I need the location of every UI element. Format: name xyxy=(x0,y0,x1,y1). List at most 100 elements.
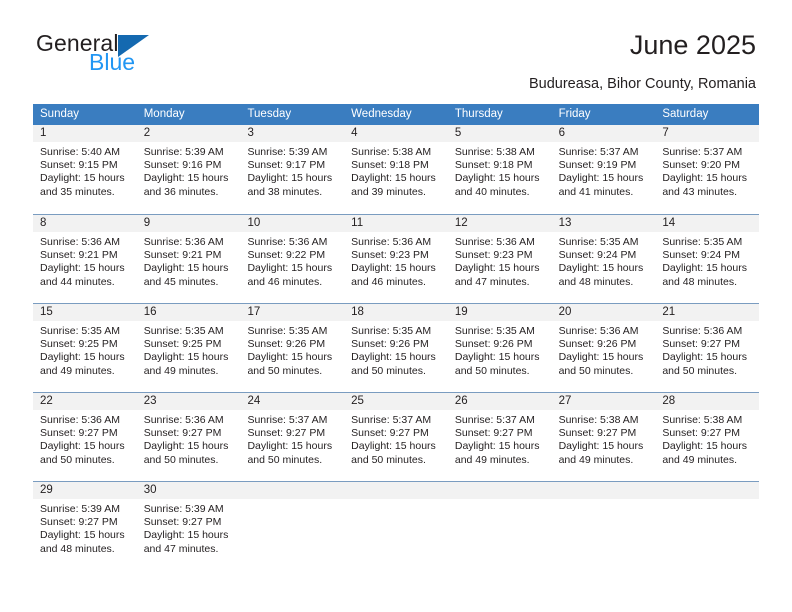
sunset-text: Sunset: 9:23 PM xyxy=(351,249,429,262)
calendar-day-cell[interactable]: 9 Sunrise: 5:36 AM Sunset: 9:21 PM Daylight… xyxy=(136,215,241,303)
day-number xyxy=(655,482,760,499)
weekday-sunday: Sunday xyxy=(40,108,80,120)
calendar-day-cell[interactable]: 15 Sunrise: 5:35 AM Sunset: 9:25 PM Dayligh… xyxy=(33,304,137,392)
calendar-day-cell[interactable]: 6 Sunrise: 5:37 AM Sunset: 9:19 PM Daylight… xyxy=(551,125,656,214)
calendar-day-cell[interactable]: 20 Sunrise: 5:36 AM Sunset: 9:26 PM Dayligh… xyxy=(551,304,656,392)
daylight-text: Daylight: 15 hours and 43 minutes. xyxy=(662,172,747,198)
sunrise-text: Sunrise: 5:36 AM xyxy=(247,236,328,248)
sunset-text: Sunset: 9:18 PM xyxy=(351,159,429,172)
calendar-day-cell[interactable]: 5 Sunrise: 5:38 AM Sunset: 9:18 PM Daylight… xyxy=(447,125,552,214)
calendar-day-cell[interactable]: 12 Sunrise: 5:36 AM Sunset: 9:23 PM Dayligh… xyxy=(447,215,552,303)
calendar-day-cell[interactable]: 29 Sunrise: 5:39 AM Sunset: 9:27 PM Dayligh… xyxy=(33,482,137,570)
daylight-text: Daylight: 15 hours and 35 minutes. xyxy=(40,172,125,198)
calendar-day-cell[interactable]: 18 Sunrise: 5:35 AM Sunset: 9:26 PM Dayligh… xyxy=(344,304,448,392)
sunset-text: Sunset: 9:25 PM xyxy=(40,338,118,351)
calendar-day-cell[interactable]: 17 Sunrise: 5:35 AM Sunset: 9:26 PM Dayligh… xyxy=(240,304,345,392)
day-number: 28 xyxy=(655,393,760,410)
calendar-day-cell[interactable]: 7 Sunrise: 5:37 AM Sunset: 9:20 PM Daylight… xyxy=(655,125,760,214)
calendar-day-cell[interactable]: 14 Sunrise: 5:35 AM Sunset: 9:24 PM Dayligh… xyxy=(655,215,760,303)
day-number: 14 xyxy=(655,215,760,232)
logo-secondary-text: Blue xyxy=(89,49,136,75)
sunset-text: Sunset: 9:24 PM xyxy=(662,249,740,262)
day-sun-info: Sunrise: 5:38 AM Sunset: 9:27 PM Daylight:… xyxy=(552,410,656,467)
day-number: 29 xyxy=(33,482,137,499)
day-number: 17 xyxy=(240,304,345,321)
calendar-day-cell[interactable]: 19 Sunrise: 5:35 AM Sunset: 9:26 PM Dayligh… xyxy=(447,304,552,392)
sunset-text: Sunset: 9:15 PM xyxy=(40,159,118,172)
calendar-day-cell[interactable]: 10 Sunrise: 5:36 AM Sunset: 9:22 PM Dayligh… xyxy=(240,215,345,303)
daylight-text: Daylight: 15 hours and 49 minutes. xyxy=(40,351,125,377)
day-sun-info: Sunrise: 5:37 AM Sunset: 9:27 PM Daylight:… xyxy=(240,410,344,467)
calendar-day-cell[interactable]: 16 Sunrise: 5:35 AM Sunset: 9:25 PM Dayligh… xyxy=(136,304,241,392)
daylight-text: Daylight: 15 hours and 46 minutes. xyxy=(351,262,436,288)
day-sun-info: Sunrise: 5:37 AM Sunset: 9:20 PM Daylight:… xyxy=(655,142,759,199)
sunrise-text: Sunrise: 5:36 AM xyxy=(40,414,120,426)
sunrise-text: Sunrise: 5:36 AM xyxy=(40,236,120,248)
sunset-text: Sunset: 9:27 PM xyxy=(662,427,740,440)
sunrise-text: Sunrise: 5:35 AM xyxy=(143,325,224,337)
calendar-day-cell[interactable]: 21 Sunrise: 5:36 AM Sunset: 9:27 PM Dayligh… xyxy=(655,304,760,392)
day-number: 4 xyxy=(344,125,448,142)
day-number: 18 xyxy=(344,304,448,321)
day-number: 6 xyxy=(551,125,656,142)
calendar-day-cell[interactable]: 30 Sunrise: 5:39 AM Sunset: 9:27 PM Dayligh… xyxy=(136,482,241,570)
sunrise-text: Sunrise: 5:38 AM xyxy=(558,414,639,426)
day-number: 20 xyxy=(551,304,656,321)
calendar-day-cell[interactable]: 4 Sunrise: 5:38 AM Sunset: 9:18 PM Daylight… xyxy=(344,125,448,214)
daylight-text: Daylight: 15 hours and 50 minutes. xyxy=(454,351,540,377)
day-sun-info: Sunrise: 5:37 AM Sunset: 9:19 PM Daylight:… xyxy=(552,142,656,199)
calendar-day-cell[interactable]: 2 Sunrise: 5:39 AM Sunset: 9:16 PM Daylight… xyxy=(136,125,241,214)
daylight-text: Daylight: 15 hours and 50 minutes. xyxy=(247,351,333,377)
day-sun-info: Sunrise: 5:36 AM Sunset: 9:22 PM Daylight:… xyxy=(240,232,344,289)
calendar-day-cell[interactable]: 8 Sunrise: 5:36 AM Sunset: 9:21 PM Daylight… xyxy=(33,215,137,303)
daylight-text: Daylight: 15 hours and 45 minutes. xyxy=(143,262,229,288)
daylight-text: Daylight: 15 hours and 50 minutes. xyxy=(351,351,436,377)
page-header: General Blue June 2025 Budureasa, Bihor … xyxy=(0,0,792,92)
sunset-text: Sunset: 9:27 PM xyxy=(351,427,429,440)
day-sun-info xyxy=(344,499,448,503)
sunset-text: Sunset: 9:20 PM xyxy=(662,159,740,172)
day-sun-info: Sunrise: 5:38 AM Sunset: 9:18 PM Daylight:… xyxy=(344,142,448,199)
weekday-thursday: Thursday xyxy=(454,108,503,120)
calendar-day-cell[interactable]: 28 Sunrise: 5:38 AM Sunset: 9:27 PM Dayligh… xyxy=(655,393,760,481)
day-number xyxy=(240,482,345,499)
weekday-friday: Friday xyxy=(558,108,591,120)
calendar-day-cell[interactable]: 23 Sunrise: 5:36 AM Sunset: 9:27 PM Dayligh… xyxy=(136,393,241,481)
day-sun-info xyxy=(655,499,759,503)
calendar-day-cell-empty xyxy=(447,482,552,570)
calendar-day-cell[interactable]: 25 Sunrise: 5:37 AM Sunset: 9:27 PM Dayligh… xyxy=(344,393,448,481)
calendar-day-cell[interactable]: 27 Sunrise: 5:38 AM Sunset: 9:27 PM Dayligh… xyxy=(551,393,656,481)
sunset-text: Sunset: 9:27 PM xyxy=(662,338,740,351)
day-sun-info: Sunrise: 5:39 AM Sunset: 9:27 PM Daylight:… xyxy=(137,499,241,556)
day-number: 30 xyxy=(136,482,241,499)
daylight-text: Daylight: 15 hours and 41 minutes. xyxy=(558,172,644,198)
day-number: 23 xyxy=(136,393,241,410)
day-sun-info: Sunrise: 5:35 AM Sunset: 9:26 PM Daylight:… xyxy=(240,321,344,378)
sunrise-text: Sunrise: 5:36 AM xyxy=(662,325,743,337)
page-subtitle: Budureasa, Bihor County, Romania xyxy=(528,76,756,92)
calendar-day-cell[interactable]: 22 Sunrise: 5:36 AM Sunset: 9:27 PM Dayligh… xyxy=(33,393,137,481)
day-number xyxy=(344,482,448,499)
calendar-day-cell[interactable]: 3 Sunrise: 5:39 AM Sunset: 9:17 PM Daylight… xyxy=(240,125,345,214)
sunset-text: Sunset: 9:27 PM xyxy=(558,427,637,440)
day-number: 3 xyxy=(240,125,345,142)
daylight-text: Daylight: 15 hours and 46 minutes. xyxy=(247,262,333,288)
sunset-text: Sunset: 9:27 PM xyxy=(143,516,222,529)
day-number xyxy=(551,482,656,499)
sunset-text: Sunset: 9:24 PM xyxy=(558,249,637,262)
day-sun-info: Sunrise: 5:39 AM Sunset: 9:27 PM Daylight:… xyxy=(33,499,137,556)
sunset-text: Sunset: 9:19 PM xyxy=(558,159,637,172)
sunrise-text: Sunrise: 5:37 AM xyxy=(454,414,535,426)
calendar-day-cell[interactable]: 13 Sunrise: 5:35 AM Sunset: 9:24 PM Dayligh… xyxy=(551,215,656,303)
calendar-day-cell[interactable]: 11 Sunrise: 5:36 AM Sunset: 9:23 PM Dayligh… xyxy=(344,215,448,303)
calendar-week-row: 22 Sunrise: 5:36 AM Sunset: 9:27 PM Dayligh… xyxy=(33,392,760,481)
sunrise-text: Sunrise: 5:37 AM xyxy=(662,146,743,158)
day-sun-info: Sunrise: 5:38 AM Sunset: 9:18 PM Daylight:… xyxy=(448,142,552,199)
calendar-day-cell[interactable]: 26 Sunrise: 5:37 AM Sunset: 9:27 PM Dayligh… xyxy=(447,393,552,481)
calendar-day-cell[interactable]: 24 Sunrise: 5:37 AM Sunset: 9:27 PM Dayligh… xyxy=(240,393,345,481)
weekday-wednesday: Wednesday xyxy=(351,108,412,120)
calendar-day-cell[interactable]: 1 Sunrise: 5:40 AM Sunset: 9:15 PM Daylight… xyxy=(33,125,137,214)
sunset-text: Sunset: 9:27 PM xyxy=(247,427,326,440)
sunset-text: Sunset: 9:26 PM xyxy=(247,338,326,351)
sunset-text: Sunset: 9:22 PM xyxy=(247,249,326,262)
